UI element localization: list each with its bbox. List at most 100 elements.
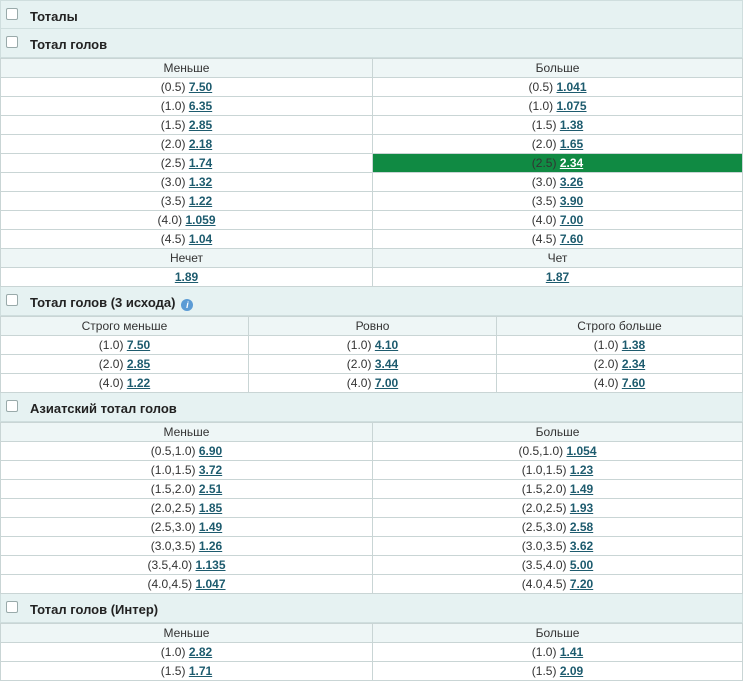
section-header-total-goals-inter[interactable]: Тотал голов (Интер) [0,594,743,623]
odds-value[interactable]: 1.38 [622,338,645,352]
odd-cell[interactable]: 1.89 [0,267,373,287]
odds-value[interactable]: 7.60 [622,376,645,390]
odds-value[interactable]: 3.26 [560,175,583,189]
odds-value[interactable]: 5.00 [570,558,593,572]
odds-value[interactable]: 2.85 [127,357,150,371]
odds-value[interactable]: 1.74 [189,156,212,170]
odds-value[interactable]: 2.34 [560,156,583,170]
odds-cell[interactable]: (4.0,4.5) 7.20 [372,574,743,594]
odds-value[interactable]: 2.51 [199,482,222,496]
odds-cell[interactable]: (3.0) 1.32 [0,172,373,192]
odds-cell[interactable]: (2.0,2.5) 1.85 [0,498,373,518]
odds-cell[interactable]: (1.5,2.0) 1.49 [372,479,743,499]
odds-value[interactable]: 7.00 [560,213,583,227]
odds-cell[interactable]: (2.0) 2.85 [0,354,249,374]
info-icon[interactable]: i [181,299,194,311]
odds-value[interactable]: 1.075 [557,99,587,113]
odds-value[interactable]: 4.10 [375,338,398,352]
odds-cell[interactable]: (4.0) 1.22 [0,373,249,393]
odds-cell[interactable]: (3.0,3.5) 1.26 [0,536,373,556]
odds-value[interactable]: 1.41 [560,645,583,659]
odds-value[interactable]: 1.32 [189,175,212,189]
odds-cell[interactable]: (1.0) 1.075 [372,96,743,116]
odds-value[interactable]: 1.87 [546,270,569,284]
odds-cell[interactable]: (1.0) 7.50 [0,335,249,355]
odds-cell[interactable]: (0.5,1.0) 1.054 [372,441,743,461]
odds-cell[interactable]: (3.5,4.0) 5.00 [372,555,743,575]
odds-cell[interactable]: (3.5,4.0) 1.135 [0,555,373,575]
odds-value[interactable]: 3.62 [570,539,593,553]
odds-cell[interactable]: (2.0,2.5) 1.93 [372,498,743,518]
odds-value[interactable]: 1.85 [199,501,222,515]
odds-value[interactable]: 1.135 [196,558,226,572]
odds-cell[interactable]: (1.5) 1.71 [0,661,373,681]
odds-cell[interactable]: (3.5) 1.22 [0,191,373,211]
odds-cell[interactable]: (1.0,1.5) 3.72 [0,460,373,480]
odds-value[interactable]: 7.60 [560,232,583,246]
section-header-total-goals[interactable]: Тотал голов [0,29,743,58]
odds-cell[interactable]: (4.0) 7.00 [372,210,743,230]
odds-cell[interactable]: (4.5) 7.60 [372,229,743,249]
odds-value[interactable]: 1.65 [560,137,583,151]
odds-cell[interactable]: (1.0) 1.41 [372,642,743,662]
odds-cell[interactable]: (1.0,1.5) 1.23 [372,460,743,480]
odds-cell[interactable]: (1.0) 6.35 [0,96,373,116]
odds-cell[interactable]: (4.0,4.5) 1.047 [0,574,373,594]
odds-value[interactable]: 1.041 [557,80,587,94]
section-header-total-goals-3way[interactable]: Тотал голов (3 исхода) i [0,287,743,316]
odds-cell[interactable]: (3.5) 3.90 [372,191,743,211]
odds-value[interactable]: 1.059 [186,213,216,227]
odds-value[interactable]: 2.58 [570,520,593,534]
section-checkbox[interactable] [6,601,18,613]
odds-cell[interactable]: (0.5) 7.50 [0,77,373,97]
even-cell[interactable]: 1.87 [372,267,743,287]
odds-value[interactable]: 1.23 [570,463,593,477]
odds-value[interactable]: 7.50 [127,338,150,352]
odds-value[interactable]: 1.047 [196,577,226,591]
odds-value[interactable]: 1.22 [127,376,150,390]
odds-cell[interactable]: (2.5) 1.74 [0,153,373,173]
section-header-asian-total[interactable]: Азиатский тотал голов [0,393,743,422]
odds-value[interactable]: 1.71 [189,664,212,678]
odds-value[interactable]: 1.93 [570,501,593,515]
odds-value[interactable]: 3.72 [199,463,222,477]
odds-cell[interactable]: (1.0) 4.10 [248,335,497,355]
odds-value[interactable]: 7.50 [189,80,212,94]
odds-value[interactable]: 1.26 [199,539,222,553]
odds-cell[interactable]: (4.0) 7.00 [248,373,497,393]
odds-value[interactable]: 1.49 [570,482,593,496]
odds-cell[interactable]: (4.5) 1.04 [0,229,373,249]
odds-value[interactable]: 1.054 [567,444,597,458]
odds-value[interactable]: 7.00 [375,376,398,390]
odds-value[interactable]: 1.89 [175,270,198,284]
odds-cell[interactable]: (2.0) 2.34 [496,354,743,374]
odds-value[interactable]: 7.20 [570,577,593,591]
odds-cell[interactable]: (2.0) 3.44 [248,354,497,374]
section-checkbox[interactable] [6,36,18,48]
odds-value[interactable]: 3.44 [375,357,398,371]
odds-value[interactable]: 1.38 [560,118,583,132]
odds-value[interactable]: 2.82 [189,645,212,659]
odds-cell[interactable]: (1.0) 1.38 [496,335,743,355]
odds-cell[interactable]: (1.0) 2.82 [0,642,373,662]
odds-value[interactable]: 2.85 [189,118,212,132]
section-checkbox[interactable] [6,400,18,412]
odds-cell[interactable]: (2.0) 1.65 [372,134,743,154]
odds-cell[interactable]: (1.5) 1.38 [372,115,743,135]
odds-cell[interactable]: (2.5) 2.34 [372,153,743,173]
odds-value[interactable]: 1.04 [189,232,212,246]
odds-cell[interactable]: (1.5) 2.09 [372,661,743,681]
odds-cell[interactable]: (3.0,3.5) 3.62 [372,536,743,556]
odds-cell[interactable]: (3.0) 3.26 [372,172,743,192]
odds-value[interactable]: 6.35 [189,99,212,113]
odds-cell[interactable]: (1.5,2.0) 2.51 [0,479,373,499]
odds-cell[interactable]: (0.5) 1.041 [372,77,743,97]
odds-cell[interactable]: (0.5,1.0) 6.90 [0,441,373,461]
odds-cell[interactable]: (4.0) 7.60 [496,373,743,393]
odds-value[interactable]: 3.90 [560,194,583,208]
odds-value[interactable]: 6.90 [199,444,222,458]
section-checkbox[interactable] [6,294,18,306]
odds-value[interactable]: 1.22 [189,194,212,208]
odds-value[interactable]: 2.09 [560,664,583,678]
section-header-totals[interactable]: Тоталы [0,0,743,29]
